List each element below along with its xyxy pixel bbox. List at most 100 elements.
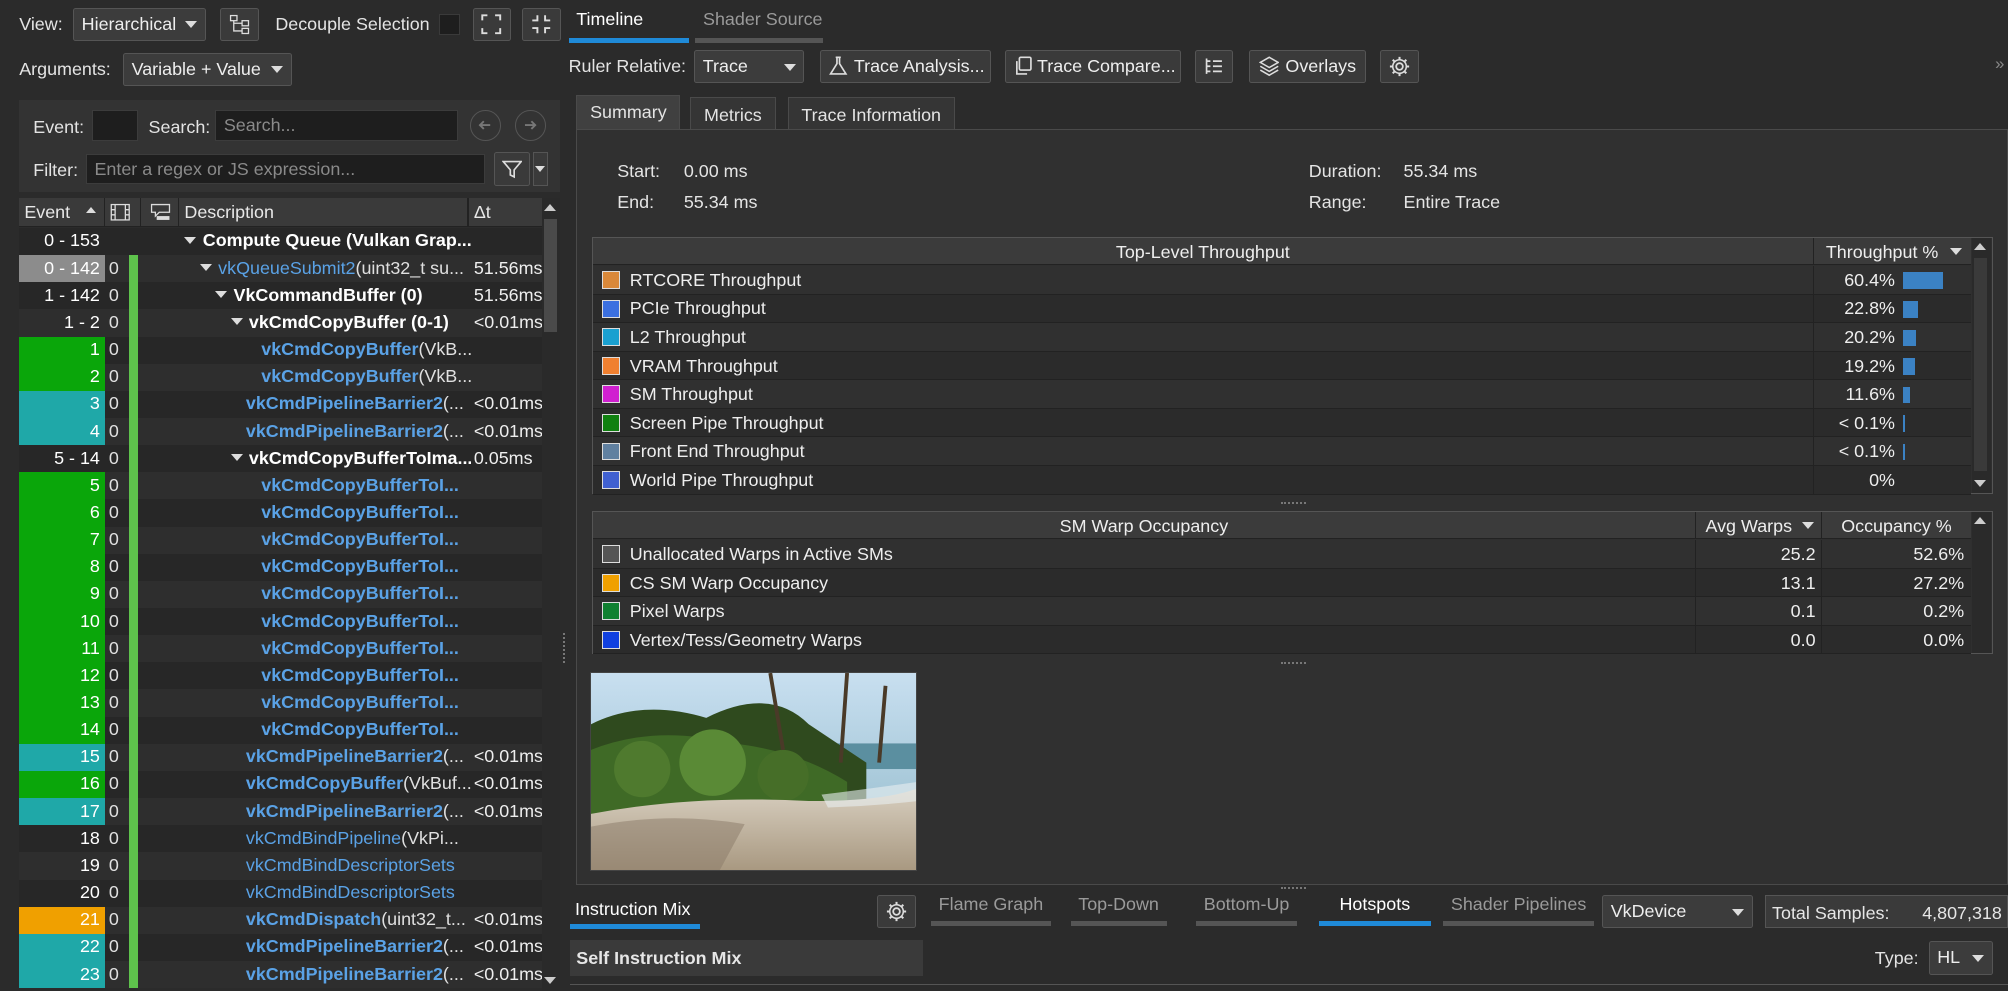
tree-scrollbar-thumb[interactable] [544, 218, 558, 332]
throughput-row[interactable]: VRAM Throughput 19.2% [592, 351, 1971, 381]
throughput-row[interactable]: RTCORE Throughput 60.4% [592, 266, 1971, 295]
tab-timeline[interactable]: Timeline [568, 6, 689, 43]
trace-compare-button[interactable]: Trace Compare... [1005, 49, 1181, 84]
event-row[interactable]: 21 0 vkCmdDispatch(uint32_t... <0.01ms [19, 906, 542, 934]
horizontal-splitter-handle[interactable] [1280, 662, 1307, 666]
trace-analysis-button[interactable]: Trace Analysis... [819, 49, 992, 84]
delta-column-header[interactable]: Δt [474, 202, 491, 223]
occupancy-header[interactable]: Occupancy % [1841, 516, 1951, 537]
throughput-scrollbar-thumb[interactable] [1974, 258, 1988, 471]
tab-shader-source[interactable]: Shader Source [695, 6, 830, 43]
event-row[interactable]: 3 0 vkCmdPipelineBarrier2(... <0.01ms [19, 390, 542, 418]
scroll-down-icon[interactable] [1974, 479, 1987, 488]
marker-icon[interactable] [149, 202, 172, 222]
event-row[interactable]: 11 0 vkCmdCopyBufferToI... [19, 635, 542, 663]
overlays-button[interactable]: Overlays [1248, 49, 1367, 84]
film-icon[interactable] [110, 202, 130, 222]
throughput-row[interactable]: Screen Pipe Throughput < 0.1% [592, 408, 1971, 438]
event-row[interactable]: 20 0 vkCmdBindDescriptorSets [19, 879, 542, 907]
filter-button[interactable] [494, 152, 531, 186]
hierarchy-button[interactable] [220, 7, 259, 41]
throughput-row[interactable]: L2 Throughput 20.2% [592, 323, 1971, 352]
warp-scrollbar[interactable] [1971, 511, 1992, 653]
expand-triangle-icon[interactable] [230, 318, 243, 327]
arguments-select[interactable]: Variable + Value [122, 52, 292, 86]
tab-bottom-up[interactable]: Bottom-Up [1196, 894, 1298, 926]
avg-warps-header[interactable]: Avg Warps [1705, 516, 1792, 537]
tree-scrollbar[interactable] [541, 198, 560, 991]
event-row[interactable]: 0 - 153 Compute Queue (Vulkan Grap... [19, 227, 542, 256]
scroll-up-icon[interactable] [544, 202, 557, 211]
expand-triangle-icon[interactable] [199, 264, 212, 272]
horizontal-splitter-handle[interactable] [1280, 501, 1307, 506]
tab-metrics[interactable]: Metrics [690, 97, 776, 131]
search-next-button[interactable] [514, 110, 546, 141]
event-row[interactable]: 1 - 2 0 vkCmdCopyBuffer (0-1) <0.01ms [19, 309, 542, 337]
event-row[interactable]: 10 0 vkCmdCopyBufferToI... [19, 608, 542, 636]
collapse-button[interactable] [522, 7, 561, 41]
event-row[interactable]: 5 - 14 0 vkCmdCopyBufferToIma... 0.05ms [19, 445, 542, 473]
tab-top-down[interactable]: Top-Down [1070, 894, 1167, 926]
tab-instruction-mix[interactable]: Instruction Mix [567, 896, 701, 929]
scroll-up-icon[interactable] [1974, 242, 1987, 251]
expand-triangle-icon[interactable] [215, 291, 228, 299]
event-row[interactable]: 22 0 vkCmdPipelineBarrier2(... <0.01ms [19, 933, 542, 961]
event-row[interactable]: 14 0 vkCmdCopyBufferToI... [19, 716, 542, 744]
event-row[interactable]: 18 0 vkCmdBindPipeline(VkPi... [19, 825, 542, 853]
event-row[interactable]: 23 0 vkCmdPipelineBarrier2(... <0.01ms [19, 960, 542, 989]
expand-triangle-icon[interactable] [184, 236, 197, 245]
throughput-value-header[interactable]: Throughput % [1826, 242, 1938, 263]
search-input[interactable]: Search... [215, 110, 459, 141]
event-row[interactable]: 15 0 vkCmdPipelineBarrier2(... <0.01ms [19, 743, 542, 771]
list-settings-button[interactable] [1194, 49, 1234, 84]
event-input[interactable] [92, 110, 139, 141]
event-row[interactable]: 1 - 142 0 VkCommandBuffer (0) 51.56ms [19, 282, 542, 310]
warp-row[interactable]: Unallocated Warps in Active SMs 25.2 52.6% [592, 540, 1971, 569]
event-row[interactable]: 19 0 vkCmdBindDescriptorSets [19, 852, 542, 880]
horizontal-splitter-handle[interactable] [1280, 887, 1307, 891]
search-prev-button[interactable] [469, 110, 501, 141]
ruler-relative-select[interactable]: Trace [694, 49, 805, 84]
tab-hotspots[interactable]: Hotspots [1319, 894, 1431, 926]
event-row[interactable]: 0 - 142 0 vkQueueSubmit2(uint32_t su... 51.… [19, 255, 542, 283]
throughput-scrollbar[interactable] [1971, 237, 1992, 493]
throughput-row[interactable]: SM Throughput 11.6% [592, 380, 1971, 409]
event-row[interactable]: 7 0 vkCmdCopyBufferToI... [19, 526, 542, 554]
filter-input[interactable]: Enter a regex or JS expression... [85, 153, 486, 185]
description-column-header[interactable]: Description [184, 202, 274, 223]
tab-shader-pipelines[interactable]: Shader Pipelines [1443, 894, 1594, 926]
event-row[interactable]: 6 0 vkCmdCopyBufferToI... [19, 499, 542, 527]
event-row[interactable]: 8 0 vkCmdCopyBufferToI... [19, 553, 542, 581]
warp-row[interactable]: Pixel Warps 0.1 0.2% [592, 597, 1971, 626]
view-select[interactable]: Hierarchical [72, 7, 207, 41]
device-select[interactable]: VkDevice [1602, 895, 1754, 929]
decouple-selection-checkbox[interactable] [439, 14, 460, 35]
settings-button[interactable] [1380, 49, 1419, 84]
warp-row[interactable]: Vertex/Tess/Geometry Warps 0.0 0.0% [592, 625, 1971, 655]
scroll-down-icon[interactable] [544, 977, 557, 985]
event-row[interactable]: 9 0 vkCmdCopyBufferToI... [19, 580, 542, 609]
expand-triangle-icon[interactable] [230, 454, 243, 462]
throughput-row[interactable]: World Pipe Throughput 0% [592, 465, 1971, 495]
filter-dropdown-button[interactable] [532, 152, 549, 186]
event-row[interactable]: 12 0 vkCmdCopyBufferToI... [19, 662, 542, 690]
event-row[interactable]: 4 0 vkCmdPipelineBarrier2(... <0.01ms [19, 417, 542, 446]
event-row[interactable]: 1 0 vkCmdCopyBuffer(VkB... [19, 336, 542, 364]
throughput-row[interactable]: Front End Throughput < 0.1% [592, 437, 1971, 466]
event-row[interactable]: 5 0 vkCmdCopyBufferToI... [19, 472, 542, 500]
expand-button[interactable] [472, 7, 511, 41]
tab-summary[interactable]: Summary [576, 94, 681, 134]
event-row[interactable]: 2 0 vkCmdCopyBuffer(VkB... [19, 363, 542, 391]
tab-flame-graph[interactable]: Flame Graph [930, 894, 1051, 926]
throughput-name-header[interactable]: Top-Level Throughput [593, 242, 1813, 263]
instruction-mix-settings-button[interactable] [877, 895, 916, 929]
type-select[interactable]: HL [1928, 941, 1993, 975]
warp-name-header[interactable]: SM Warp Occupancy [593, 516, 1696, 537]
tab-trace-information[interactable]: Trace Information [787, 97, 955, 131]
warp-row[interactable]: CS SM Warp Occupancy 13.1 27.2% [592, 568, 1971, 598]
vertical-splitter-handle[interactable] [563, 632, 567, 664]
scroll-up-icon[interactable] [1974, 516, 1987, 525]
event-column-header[interactable]: Event [24, 202, 70, 223]
event-row[interactable]: 16 0 vkCmdCopyBuffer(VkBuf... <0.01ms [19, 770, 542, 799]
overflow-chevron-icon[interactable]: » [1995, 54, 2004, 74]
